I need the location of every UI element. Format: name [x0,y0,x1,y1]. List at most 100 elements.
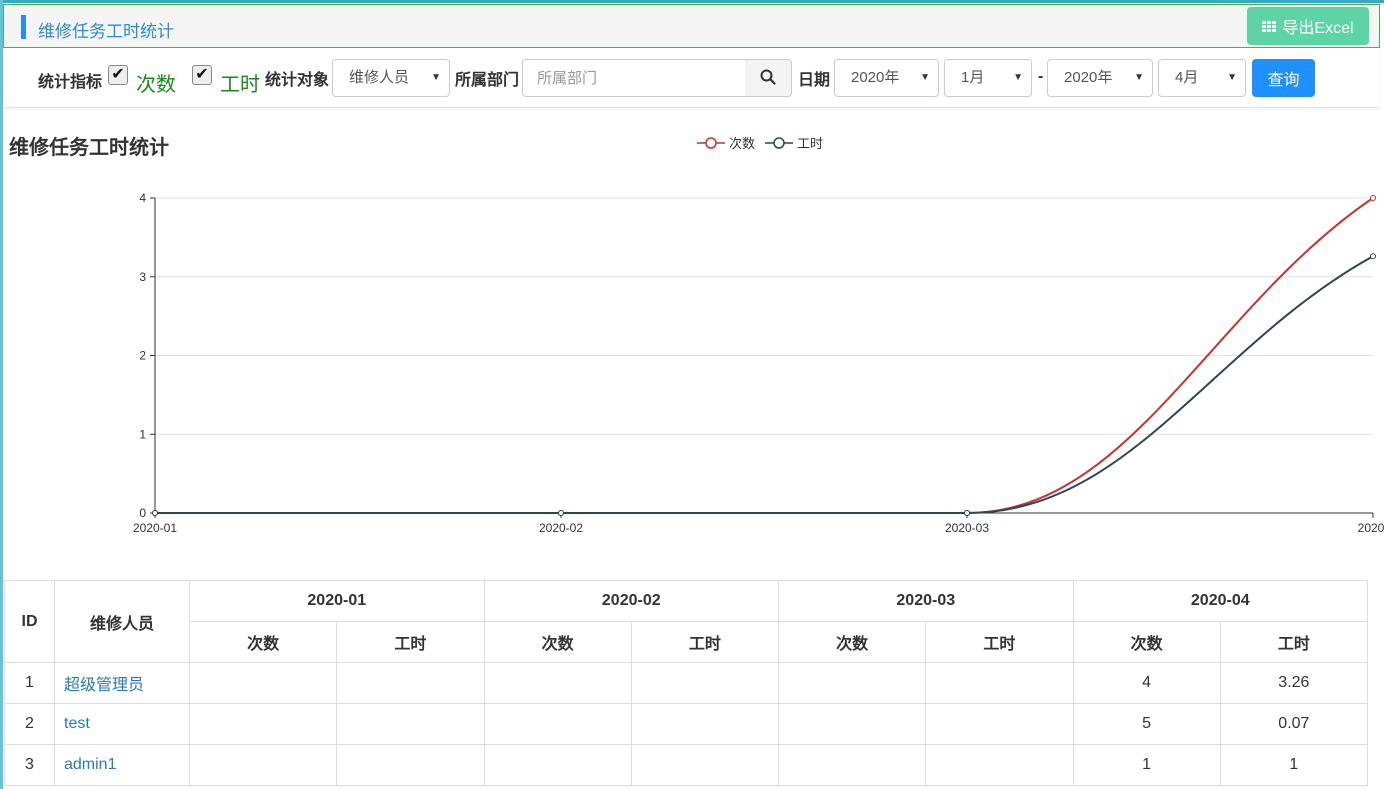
y-tick-label: 1 [139,427,146,441]
legend-hours-marker [765,136,794,149]
row-id: 1 [4,662,55,704]
caret-down-icon: ▼ [920,72,930,83]
date-separator: - [1038,68,1044,85]
row-name-link[interactable]: 超级管理员 [54,662,190,704]
data-point [1370,195,1376,201]
caret-down-icon: ▼ [1134,72,1144,83]
cell-count [483,744,632,786]
sub-header-hours: 工时 [925,621,1074,663]
table-row: 2 test 5 0.07 [4,703,1369,745]
cell-count [188,662,338,704]
cell-hours [630,662,780,704]
start-month-value: 1月 [961,69,985,86]
metric-label: 统计指标 [38,74,103,91]
legend-count-marker [697,136,725,149]
dept-input[interactable] [522,59,746,97]
stats-table: ID 维修人员 2020-01 2020-02 2020-03 2020-04 … [4,580,1369,786]
sub-header-hours: 工时 [1219,621,1369,663]
sub-header-hours: 工时 [336,621,485,663]
y-tick-label: 2 [139,349,146,363]
sub-header-count: 次数 [1072,621,1221,663]
cell-hours [925,703,1074,745]
month-header: 2020-03 [778,580,1074,622]
cell-hours: 3.26 [1219,662,1369,704]
sub-header-hours: 工时 [630,621,780,663]
name-header: 维修人员 [54,580,190,663]
search-icon [760,69,776,85]
legend-item-hours[interactable]: 工时 [765,133,823,152]
export-excel-button[interactable]: 导出Excel [1247,7,1369,45]
cell-hours [925,744,1074,786]
cell-count [188,744,338,786]
data-point [964,510,970,516]
x-tick-label: 2020-02 [539,521,583,535]
legend-item-count[interactable]: 次数 [697,133,755,152]
dept-label: 所属部门 [455,72,520,89]
cell-count [483,703,632,745]
end-year-select[interactable]: 2020年 ▼ [1047,59,1153,97]
cell-count [777,744,927,786]
sub-header-count: 次数 [188,621,338,663]
row-name-link[interactable]: admin1 [54,744,190,786]
cell-hours [925,662,1074,704]
row-id: 2 [4,703,55,745]
y-tick-label: 4 [139,191,146,205]
data-point [152,510,158,516]
query-button[interactable]: 查询 [1252,59,1315,97]
table-icon [1262,20,1277,32]
start-month-select[interactable]: 1月 ▼ [944,59,1032,97]
end-year-value: 2020年 [1064,69,1113,86]
export-excel-label: 导出Excel [1282,20,1354,37]
month-header: 2020-01 [189,580,485,622]
end-month-select[interactable]: 4月 ▼ [1158,59,1246,97]
cell-count: 5 [1072,703,1221,745]
row-name-link[interactable]: test [54,703,190,745]
date-label: 日期 [798,72,831,89]
end-month-value: 4月 [1175,69,1199,86]
data-point [1370,253,1376,260]
cell-count [483,662,632,704]
metric-hours-checkbox[interactable]: ✔ [192,65,212,85]
object-label: 统计对象 [265,72,330,89]
table-row: 3 admin1 1 1 [4,744,1369,786]
object-select-value: 维修人员 [349,69,410,86]
x-tick-label: 2020-01 [133,521,177,535]
month-header: 2020-04 [1072,580,1368,622]
cell-hours [336,703,485,745]
legend-hours-label: 工时 [797,136,824,151]
y-tick-label: 3 [139,270,146,284]
start-year-select[interactable]: 2020年 ▼ [834,59,939,97]
window-top-border [0,0,1384,3]
month-header: 2020-02 [483,580,779,622]
cell-hours: 1 [1219,744,1369,786]
table-row: 1 超级管理员 4 3.26 [4,662,1369,704]
dept-search-button[interactable] [745,59,792,97]
cell-count: 4 [1072,662,1221,704]
x-tick-label: 2020- [1358,521,1384,535]
page-header: 维修任务工时统计 导出Excel [3,4,1380,48]
x-tick-label: 2020-03 [945,521,989,535]
filter-bar: 统计指标 ✔ 次数 ✔ 工时 统计对象 维修人员 ▼ 所属部门 日期 2020年… [3,48,1380,108]
metric-count-checkbox[interactable]: ✔ [108,65,128,85]
start-year-value: 2020年 [851,69,900,86]
cell-count: 1 [1072,744,1221,786]
page-title: 维修任务工时统计 [38,22,174,41]
caret-down-icon: ▼ [1227,72,1237,83]
sub-header-count: 次数 [777,621,927,663]
title-accent-bar [21,15,26,39]
line-chart: 0 1 2 3 4 2020-01 2020-02 2020-03 2020- [133,191,1384,535]
cell-count [777,662,927,704]
chart-title: 维修任务工时统计 [9,137,169,159]
data-point [558,510,564,516]
caret-down-icon: ▼ [1013,72,1023,83]
y-tick-label: 0 [139,506,146,520]
cell-count [777,703,927,745]
chart-legend: 次数 工时 [697,133,823,152]
cell-count [188,703,338,745]
legend-count-label: 次数 [729,136,756,151]
cell-hours: 0.07 [1219,703,1369,745]
series-line-1 [155,255,1374,515]
cell-hours [336,744,485,786]
object-select[interactable]: 维修人员 ▼ [332,59,450,97]
caret-down-icon: ▼ [431,72,441,83]
